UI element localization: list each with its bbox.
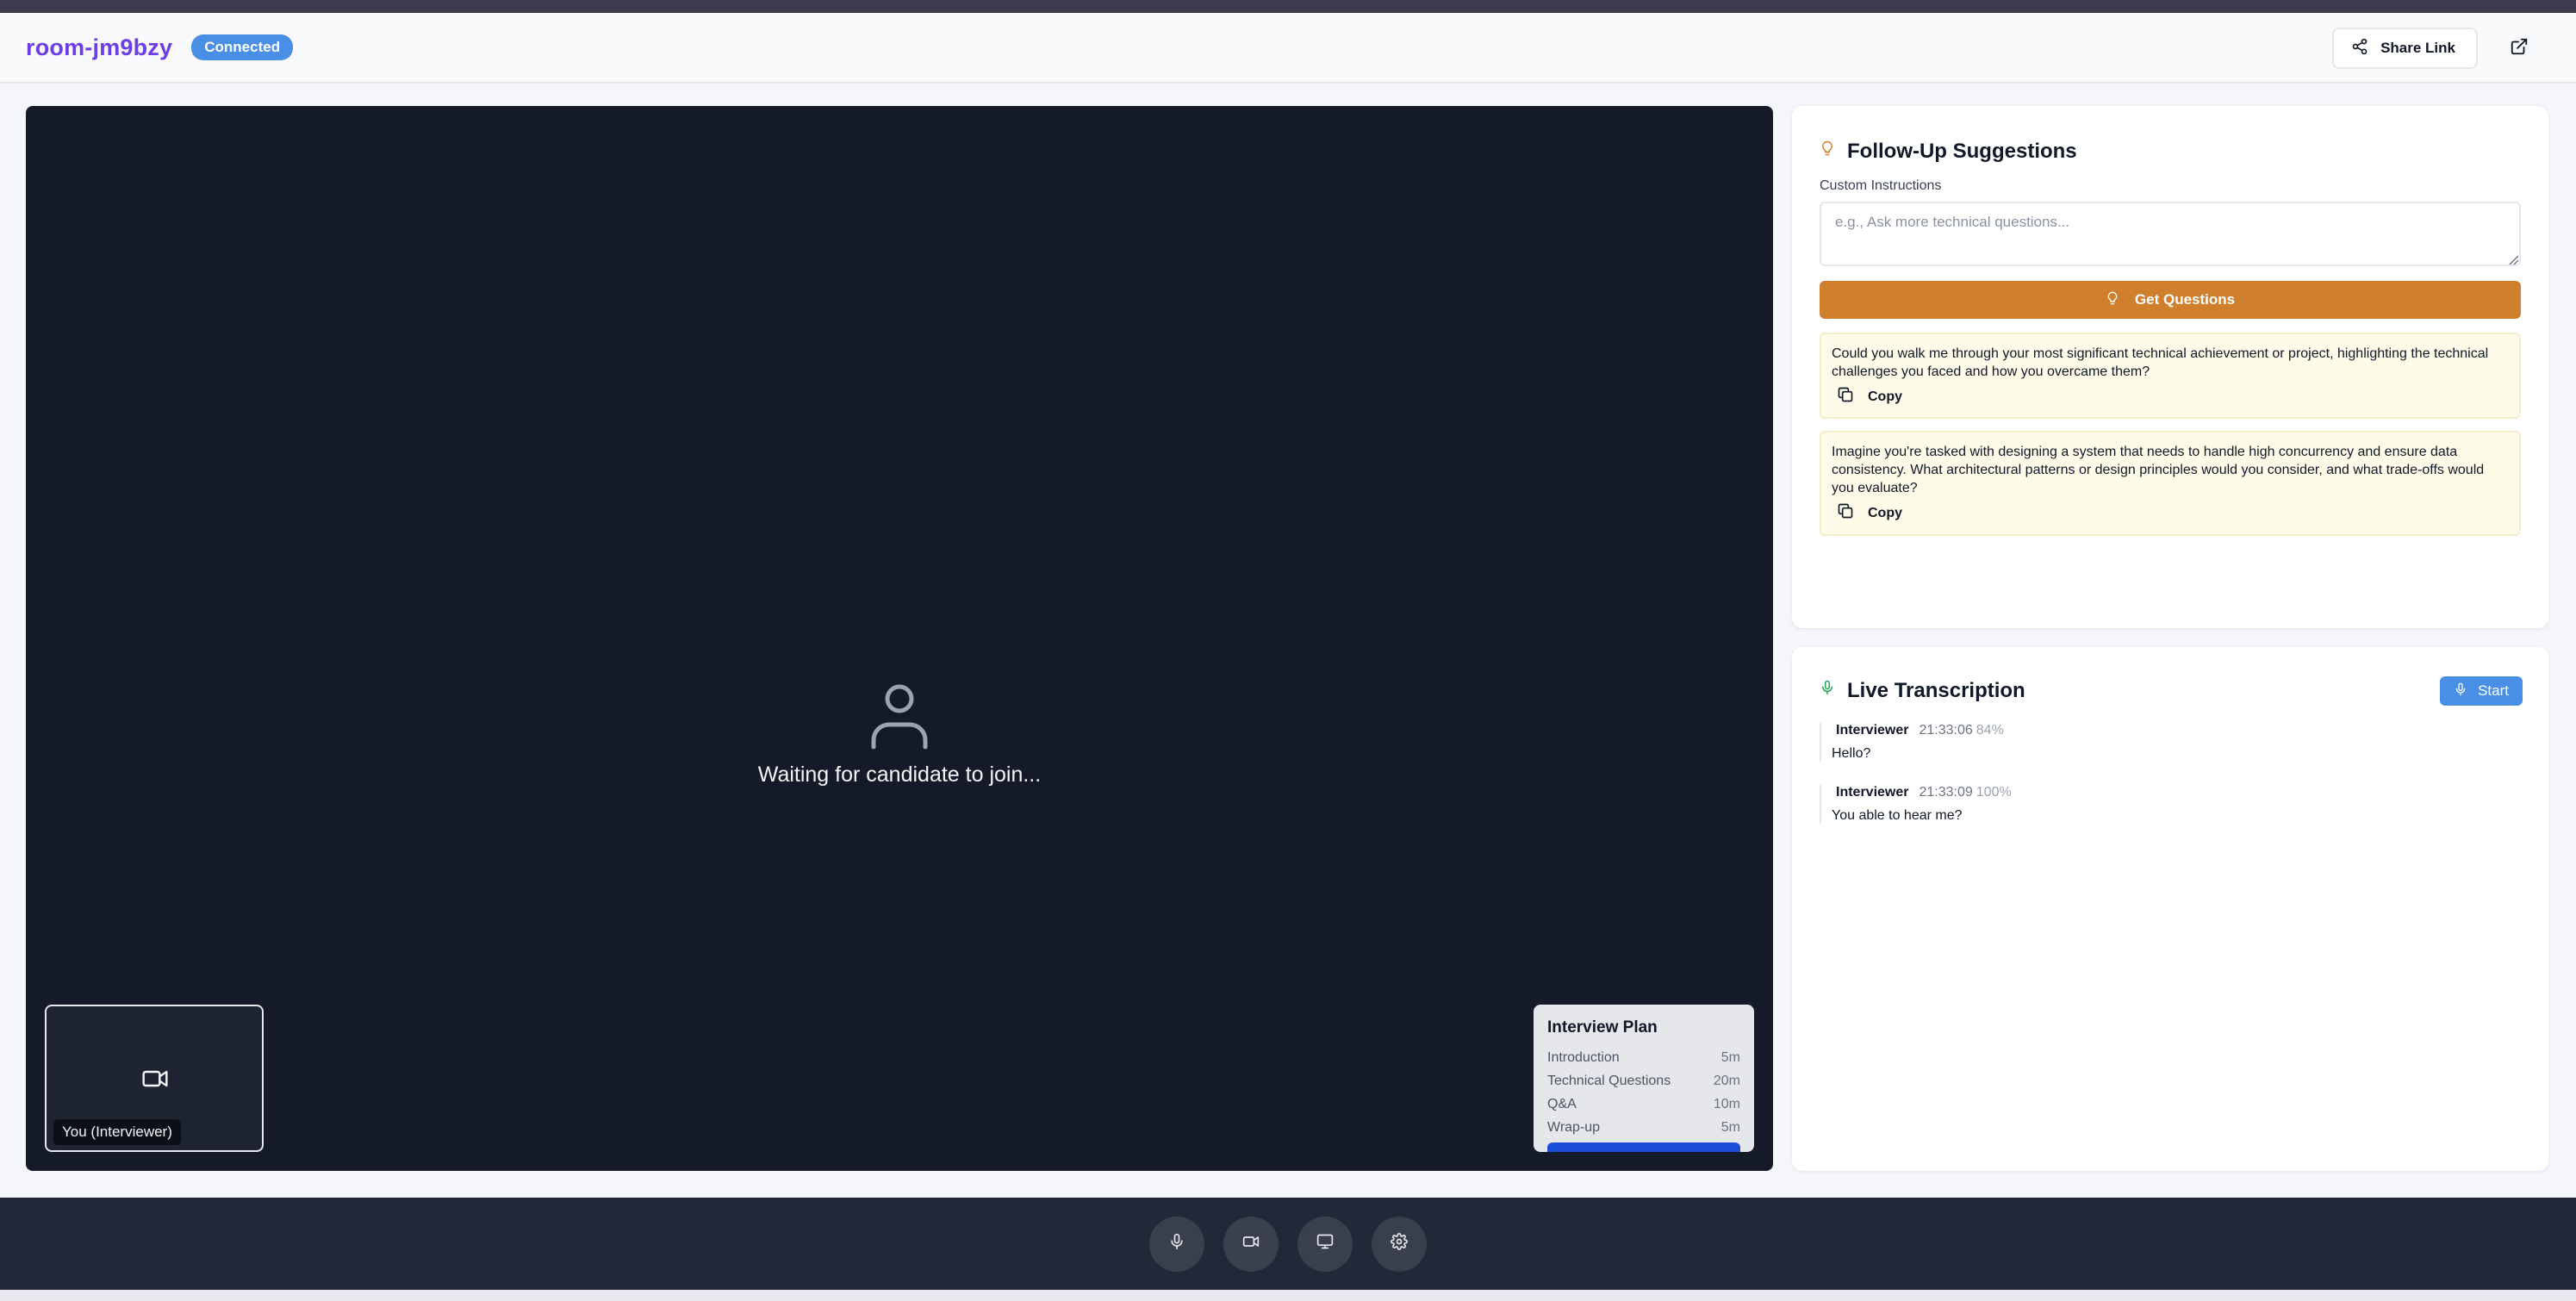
waiting-message: Waiting for candidate to join...: [757, 763, 1042, 787]
copy-button[interactable]: Copy: [1837, 502, 2509, 524]
copy-label: Copy: [1868, 389, 1902, 404]
plan-item-duration: 10m: [1713, 1096, 1740, 1111]
entry-text: Hello?: [1832, 746, 1871, 761]
copy-icon: [1837, 386, 1854, 408]
share-link-label: Share Link: [2380, 40, 2455, 56]
follow-up-suggestions-panel: Follow-Up Suggestions Custom Instruction…: [1792, 106, 2548, 628]
waiting-placeholder: Waiting for candidate to join...: [26, 682, 1773, 787]
plan-item-name: Technical Questions: [1547, 1073, 1671, 1088]
start-label: Start: [2478, 682, 2509, 699]
window-top-strip: [0, 0, 2576, 13]
connection-status-badge: Connected: [191, 34, 294, 60]
entry-text: You able to hear me?: [1832, 808, 1963, 823]
plan-item: Technical Questions 20m: [1547, 1069, 1740, 1092]
screen-share-icon: [1316, 1233, 1335, 1254]
entry-speaker: Interviewer: [1836, 723, 1909, 738]
entry-confidence: 84%: [1976, 723, 2004, 738]
microphone-icon: [1168, 1233, 1185, 1254]
external-link-icon: [2510, 37, 2529, 60]
plan-item-duration: 20m: [1713, 1073, 1740, 1088]
settings-button[interactable]: [1372, 1216, 1427, 1272]
plan-item-duration: 5m: [1720, 1049, 1740, 1065]
room-name: room-jm9bzy: [26, 34, 173, 60]
toggle-camera-button[interactable]: [1223, 1216, 1279, 1272]
microphone-icon: [1820, 678, 1835, 703]
copy-icon: [1837, 502, 1854, 524]
live-transcription-panel: Live Transcription Start Interviewer 21:…: [1792, 647, 2548, 1171]
custom-instructions-input[interactable]: [1820, 202, 2521, 266]
get-questions-label: Get Questions: [2134, 291, 2236, 308]
user-silhouette-icon: [868, 682, 930, 750]
self-view-label: You (Interviewer): [53, 1119, 181, 1145]
share-link-button[interactable]: Share Link: [2332, 28, 2478, 69]
entry-confidence: 100%: [1976, 785, 2012, 800]
start-transcription-button[interactable]: Start: [2440, 676, 2523, 706]
resize-handle-icon[interactable]: [2509, 254, 2519, 270]
video-camera-icon: [1241, 1233, 1260, 1254]
share-icon: [2351, 38, 2368, 59]
suggestions-title: Follow-Up Suggestions: [1847, 139, 2077, 163]
entry-timestamp: 21:33:09: [1919, 785, 1973, 800]
transcript-entry: Interviewer 21:33:09 100% You able to he…: [1820, 785, 2336, 824]
transcript-entry: Interviewer 21:33:06 84% Hello?: [1820, 723, 2336, 762]
copy-label: Copy: [1868, 505, 1902, 520]
video-camera-icon: [138, 1065, 172, 1097]
screen-share-button[interactable]: [1297, 1216, 1353, 1272]
plan-item: Wrap-up 5m: [1547, 1116, 1740, 1139]
interview-plan-card: Interview Plan Introduction 5m Technical…: [1534, 1005, 1754, 1152]
call-controls-bar: [0, 1198, 2576, 1290]
app-header: room-jm9bzy Connected Share Link: [0, 13, 2576, 84]
suggestion-card: Could you walk me through your most sign…: [1820, 333, 2521, 419]
plan-item-name: Wrap-up: [1547, 1119, 1601, 1135]
suggestion-text: Imagine you're tasked with designing a s…: [1832, 445, 2485, 495]
copy-button[interactable]: Copy: [1837, 386, 2509, 408]
plan-item-name: Introduction: [1547, 1049, 1620, 1065]
get-questions-button[interactable]: Get Questions: [1820, 281, 2521, 319]
plan-item: Introduction 5m: [1547, 1046, 1740, 1069]
custom-instructions-label: Custom Instructions: [1820, 178, 1942, 193]
lightbulb-icon: [1820, 139, 1835, 164]
microphone-icon: [2454, 681, 2467, 702]
self-video-tile[interactable]: You (Interviewer): [45, 1005, 264, 1152]
toggle-microphone-button[interactable]: [1149, 1216, 1204, 1272]
plan-item: Q&A 10m: [1547, 1092, 1740, 1116]
transcript-entry-header: Interviewer 21:33:06 84%: [1832, 723, 2336, 738]
plan-start-button[interactable]: [1547, 1142, 1740, 1152]
suggestion-card: Imagine you're tasked with designing a s…: [1820, 431, 2521, 536]
suggestions-heading: Follow-Up Suggestions: [1820, 139, 2077, 164]
entry-speaker: Interviewer: [1836, 785, 1909, 800]
plan-title: Interview Plan: [1547, 1018, 1658, 1036]
plan-item-name: Q&A: [1547, 1096, 1577, 1111]
open-external-button[interactable]: [2498, 28, 2540, 69]
lightbulb-icon: [2106, 289, 2119, 311]
entry-timestamp: 21:33:06: [1919, 723, 1973, 738]
transcription-heading: Live Transcription: [1820, 678, 2025, 703]
transcript-entry-header: Interviewer 21:33:09 100%: [1832, 785, 2336, 800]
plan-item-duration: 5m: [1720, 1119, 1740, 1135]
window-bottom-edge: [0, 1290, 2576, 1301]
suggestion-text: Could you walk me through your most sign…: [1832, 346, 2489, 379]
remote-video-stage: Waiting for candidate to join... You (In…: [26, 106, 1773, 1171]
settings-gear-icon: [1391, 1233, 1408, 1254]
transcription-title: Live Transcription: [1847, 678, 2025, 702]
